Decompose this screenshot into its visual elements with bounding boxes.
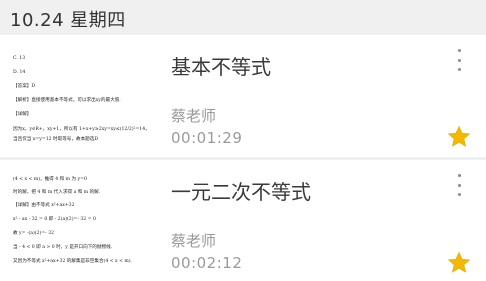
teacher-name: 蔡老师 [171, 107, 217, 125]
header: 10.24 星期四 [0, 0, 486, 35]
thumb-line: 【解析】直接使用基本不等式，可以求出xy的最大值. [13, 98, 121, 103]
lesson-duration: 00:01:29 [171, 129, 243, 147]
thumb-line: 又因为不等式 x²+ax+32 的解集是非空集合(4 < x < m). [13, 259, 132, 264]
lesson-card[interactable]: (4 < x < m)，推得 4 和 m 为 y=0 时的解，把 4 和 m 代… [0, 160, 486, 281]
thumb-line: 故 y= -(a)(2)=- 32 [13, 231, 55, 236]
lesson-topic[interactable]: 基本不等式 [171, 51, 271, 80]
lesson-duration: 00:02:12 [171, 254, 243, 272]
thumb-line: 因为x，y∈R+，xy+1，所以有 1+x+y≥2xy=xy≤(12/2)²=1… [13, 127, 150, 132]
star-icon[interactable] [447, 125, 471, 149]
thumb-line: 当且仅当 x=y=12 时取等号，故本题选D [13, 137, 99, 142]
thumb-line: 【答案】D [13, 84, 36, 89]
thumb-line: 当 - 4 < 0 即 a > 0 时，y 是开口向下的抛物线. [13, 245, 113, 250]
thumb-line: (4 < x < m)，推得 4 和 m 为 y=0 [13, 177, 87, 182]
lesson-topic[interactable]: 一元二次不等式 [171, 176, 311, 205]
lesson-thumbnail[interactable]: C. 13 D. 14 【答案】D 【解析】直接使用基本不等式，可以求出xy的最… [9, 35, 164, 157]
more-vertical-icon[interactable] [451, 174, 467, 196]
date-title: 10.24 星期四 [10, 10, 126, 31]
thumb-line: C. 13 [13, 56, 26, 61]
thumb-line: D. 14 [13, 70, 26, 75]
star-icon[interactable] [447, 251, 471, 275]
thumb-line: 【详解】由不等式 x²+ax+32 [13, 203, 75, 208]
thumb-line: x² - ax - 32 = 0 即 - 2(a)(2)=- 32 = 0 [13, 217, 96, 222]
more-vertical-icon[interactable] [451, 49, 467, 71]
thumb-line: 【详解】 [13, 112, 32, 117]
lesson-thumbnail[interactable]: (4 < x < m)，推得 4 和 m 为 y=0 时的解，把 4 和 m 代… [9, 160, 164, 281]
teacher-name: 蔡老师 [171, 232, 217, 250]
lesson-card[interactable]: C. 13 D. 14 【答案】D 【解析】直接使用基本不等式，可以求出xy的最… [0, 35, 486, 157]
thumb-line: 时的解，把 4 和 m 代入求得 a 和 m 的解. [13, 190, 101, 195]
